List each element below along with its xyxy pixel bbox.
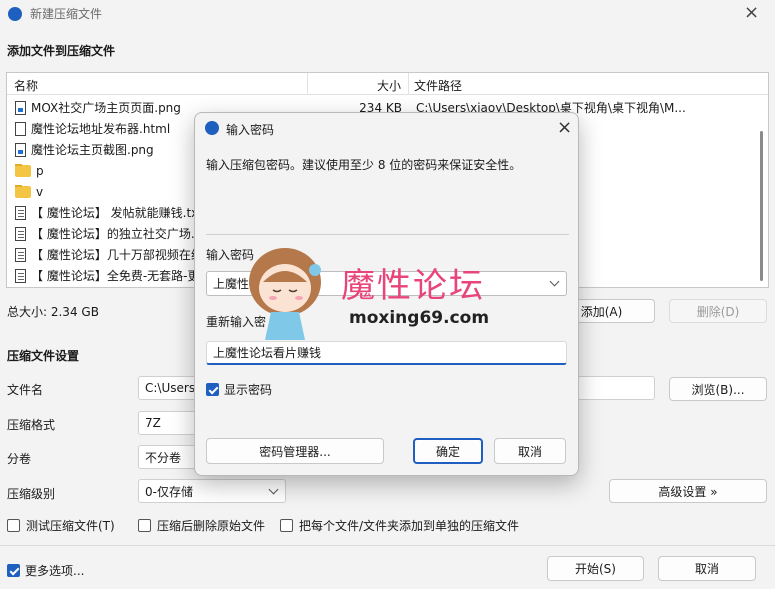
separate-archive-checkbox[interactable] <box>280 519 293 532</box>
more-options-checkbox[interactable] <box>7 564 20 577</box>
html-file-icon <box>15 121 26 136</box>
dialog-description: 输入压缩包密码。建议使用至少 8 位的密码来保证安全性。 <box>206 158 522 172</box>
delete-button[interactable]: 删除(D) <box>669 299 767 323</box>
advanced-settings-button[interactable]: 高级设置 » <box>609 479 767 503</box>
dialog-divider <box>206 234 569 235</box>
chevron-down-icon <box>549 276 560 287</box>
file-name: 【 魔性论坛】的独立社交广场.t <box>31 227 200 241</box>
delete-after-option[interactable]: 压缩后删除原始文件 <box>138 517 265 534</box>
more-options[interactable]: 更多选项... <box>7 562 84 579</box>
column-name[interactable]: 名称 <box>14 77 38 94</box>
app-logo-icon <box>8 7 22 21</box>
separate-archive-option[interactable]: 把每个文件/文件夹添加到单独的压缩文件 <box>280 517 519 534</box>
file-name: 【 魔性论坛】全免费-无套路-更 <box>31 269 200 283</box>
dialog-logo-icon <box>205 121 219 135</box>
file-name: 【 魔性论坛】 发帖就能赚钱.tx <box>31 206 199 220</box>
window-title: 新建压缩文件 <box>30 7 103 21</box>
column-size[interactable]: 大小 <box>377 77 401 94</box>
test-archive-label: 测试压缩文件(T) <box>26 519 115 533</box>
dialog-ok-button[interactable]: 确定 <box>413 438 483 464</box>
add-section-title: 添加文件到压缩文件 <box>7 44 116 58</box>
dialog-title: 输入密码 <box>226 123 275 137</box>
password-manager-button[interactable]: 密码管理器... <box>206 438 384 464</box>
image-file-icon <box>15 100 26 115</box>
watermark-brand: 魔性论坛 <box>341 266 485 306</box>
folder-icon <box>15 163 31 177</box>
test-archive-checkbox[interactable] <box>7 519 20 532</box>
watermark: 魔性论坛 moxing69.com <box>243 240 523 350</box>
browse-button[interactable]: 浏览(B)... <box>669 377 767 401</box>
delete-after-label: 压缩后删除原始文件 <box>157 519 266 533</box>
mascot-icon <box>249 248 321 340</box>
test-archive-option[interactable]: 测试压缩文件(T) <box>7 517 115 534</box>
filename-value: C:\Users\ <box>145 381 200 395</box>
chevron-down-icon <box>268 484 279 494</box>
watermark-url: moxing69.com <box>349 308 490 328</box>
dialog-cancel-button[interactable]: 取消 <box>494 438 566 464</box>
file-name: 魔性论坛主页截图.png <box>31 143 154 157</box>
show-password-label: 显示密码 <box>224 383 273 397</box>
title-bar: 新建压缩文件 × <box>0 0 775 28</box>
file-name: p <box>36 163 44 178</box>
filename-label: 文件名 <box>7 383 44 397</box>
divider <box>0 545 775 546</box>
format-label: 压缩格式 <box>7 418 56 432</box>
level-select[interactable]: 0-仅存储 <box>138 479 286 503</box>
file-name: MOX社交广场主页页面.png <box>31 101 181 115</box>
file-name: 魔性论坛地址发布器.html <box>31 122 171 136</box>
cancel-main-button[interactable]: 取消 <box>658 556 756 581</box>
separate-archive-label: 把每个文件/文件夹添加到单独的压缩文件 <box>299 519 520 533</box>
scrollbar-thumb[interactable] <box>760 131 763 281</box>
level-label: 压缩级别 <box>7 487 56 501</box>
image-file-icon <box>15 142 26 157</box>
split-label: 分卷 <box>7 452 32 466</box>
file-name: 【 魔性论坛】几十万部视频在线 <box>31 248 203 262</box>
delete-after-checkbox[interactable] <box>138 519 151 532</box>
settings-title: 压缩文件设置 <box>7 349 80 363</box>
text-file-icon <box>15 268 26 283</box>
dialog-close-icon[interactable]: × <box>557 117 572 138</box>
start-button[interactable]: 开始(S) <box>547 556 644 581</box>
text-file-icon <box>15 205 26 220</box>
close-window-icon[interactable]: × <box>744 2 759 23</box>
format-value: 7Z <box>145 416 161 430</box>
text-file-icon <box>15 226 26 241</box>
split-value: 不分卷 <box>145 450 182 465</box>
level-value: 0-仅存储 <box>145 484 193 499</box>
column-path[interactable]: 文件路径 <box>414 77 462 94</box>
show-password-option[interactable]: 显示密码 <box>206 381 272 398</box>
text-file-icon <box>15 247 26 262</box>
total-size: 总大小: 2.34 GB <box>7 305 99 319</box>
file-list-header: 名称 大小 文件路径 <box>7 73 768 95</box>
show-password-checkbox[interactable] <box>206 383 219 396</box>
folder-icon <box>15 184 31 198</box>
more-options-label: 更多选项... <box>25 564 85 578</box>
file-name: v <box>36 184 44 199</box>
